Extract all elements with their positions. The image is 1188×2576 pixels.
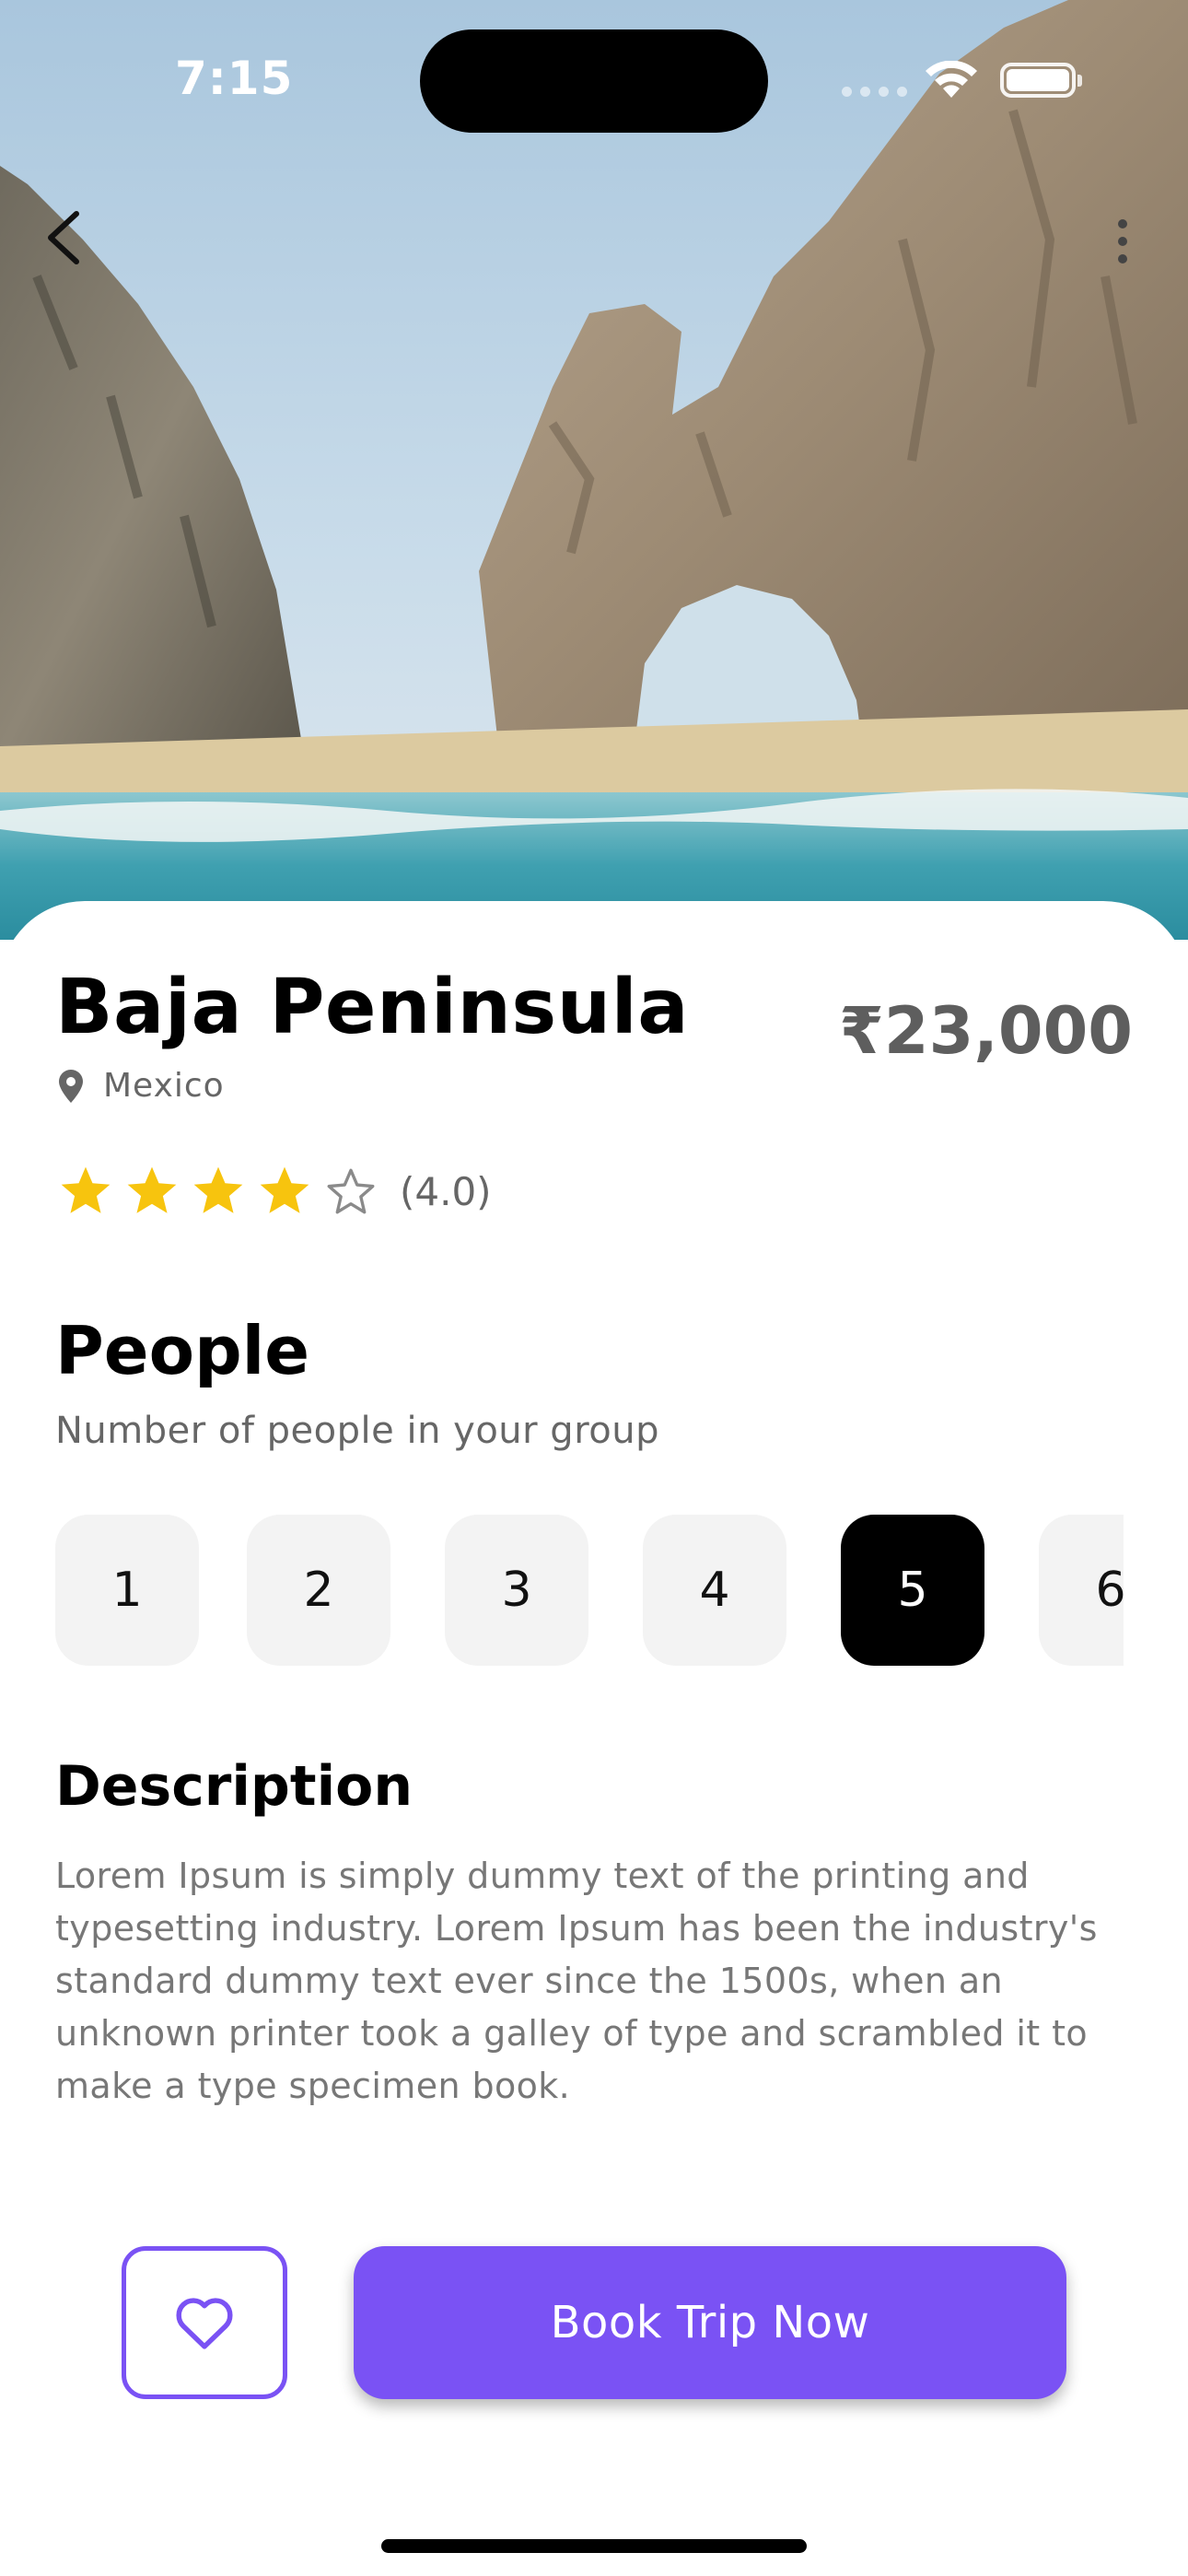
map-pin-icon: [59, 1069, 83, 1103]
book-trip-button[interactable]: Book Trip Now: [354, 2246, 1066, 2399]
people-heading: People: [55, 1312, 310, 1389]
people-option-2[interactable]: 2: [247, 1515, 390, 1666]
cellular-signal-icon: [842, 87, 907, 97]
back-button[interactable]: [33, 203, 92, 273]
star-icon: [127, 1166, 177, 1213]
destination-title: Baja Peninsula: [55, 964, 690, 1051]
people-subtitle: Number of people in your group: [55, 1410, 659, 1452]
people-selector: 1 2 3 4 5 6: [55, 1515, 1124, 1666]
people-option-5[interactable]: 5: [841, 1515, 984, 1666]
rating-value: (4.0): [400, 1168, 492, 1214]
people-option-1[interactable]: 1: [55, 1515, 199, 1666]
more-vertical-icon: [1118, 219, 1127, 228]
chevron-left-icon: [48, 211, 79, 264]
description-text: Lorem Ipsum is simply dummy text of the …: [55, 1856, 1098, 2106]
people-option-4[interactable]: 4: [643, 1515, 786, 1666]
trip-price: ₹23,000: [839, 993, 1133, 1069]
rating-row: (4.0): [57, 1163, 492, 1220]
status-bar-time: 7:15: [175, 52, 294, 105]
star-icon: [61, 1166, 111, 1213]
favorite-button[interactable]: [122, 2246, 287, 2399]
wifi-icon: [926, 61, 977, 98]
people-option-3[interactable]: 3: [445, 1515, 588, 1666]
destination-location: Mexico: [59, 1067, 225, 1105]
star-icon: [193, 1166, 243, 1213]
dynamic-island: [420, 29, 768, 133]
star-icon: [260, 1166, 309, 1213]
people-option-6[interactable]: 6: [1039, 1515, 1124, 1666]
more-options-button[interactable]: [1101, 206, 1144, 276]
hero-photo: [0, 0, 1188, 940]
destination-hero-image: [0, 0, 1188, 940]
location-label: Mexico: [103, 1067, 225, 1105]
star-outline-icon: [327, 1168, 375, 1214]
heart-icon: [176, 2298, 233, 2349]
description-heading: Description: [55, 1754, 413, 1819]
battery-icon: [1000, 63, 1082, 98]
home-indicator: [381, 2539, 807, 2553]
